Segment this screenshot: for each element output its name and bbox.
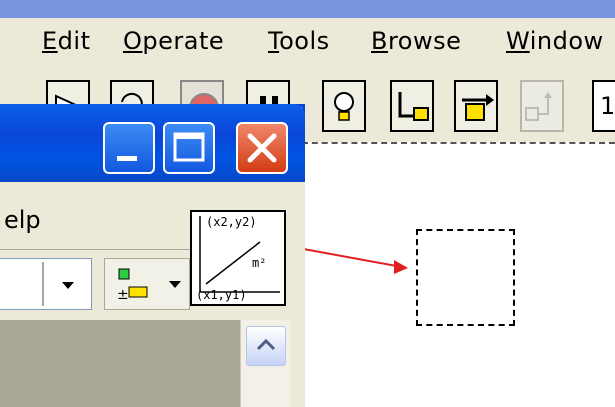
step-out-button[interactable] (520, 80, 564, 132)
close-icon (247, 133, 277, 163)
minimize-icon (117, 156, 137, 161)
dropdown-divider (42, 262, 44, 306)
close-button[interactable] (236, 122, 288, 174)
line-tool-button[interactable]: (x2,y2) m² (x1,y1) (190, 210, 286, 306)
step-over-button[interactable] (454, 80, 498, 132)
palette-window-border (290, 182, 305, 407)
palette-options-button[interactable]: ± (104, 258, 190, 310)
menu-window[interactable]: Window (506, 27, 604, 55)
menu-help[interactable]: elp (4, 206, 41, 234)
pointer-arrow-icon (297, 247, 408, 274)
step-into-icon (398, 92, 429, 121)
line-tool-unit: m² (252, 256, 267, 270)
selection-rectangle (416, 229, 515, 326)
minimize-button[interactable] (103, 122, 155, 174)
chevron-up-icon (256, 338, 276, 351)
svg-text:±: ± (117, 287, 129, 303)
chevron-down-icon[interactable] (48, 262, 88, 306)
palette-options-icon: ± (117, 268, 181, 303)
menu-edit[interactable]: Edit (42, 27, 90, 55)
step-over-icon (462, 94, 494, 121)
run-count-field: 1 (592, 80, 615, 132)
palette-list-area[interactable] (0, 320, 240, 407)
maximize-icon (173, 132, 205, 162)
menu-operate[interactable]: Operate (123, 27, 224, 55)
scroll-up-button[interactable] (246, 326, 286, 366)
main-window-titlebar (0, 0, 615, 18)
lightbulb-icon (334, 92, 354, 121)
maximize-button[interactable] (163, 122, 215, 174)
step-out-icon (525, 92, 552, 121)
line-tool-label-bottom: (x1,y1) (196, 288, 247, 302)
menu-tools[interactable]: Tools (268, 27, 330, 55)
menu-browse[interactable]: Browse (371, 27, 461, 55)
highlight-execution-button[interactable] (322, 80, 366, 132)
step-into-button[interactable] (390, 80, 434, 132)
